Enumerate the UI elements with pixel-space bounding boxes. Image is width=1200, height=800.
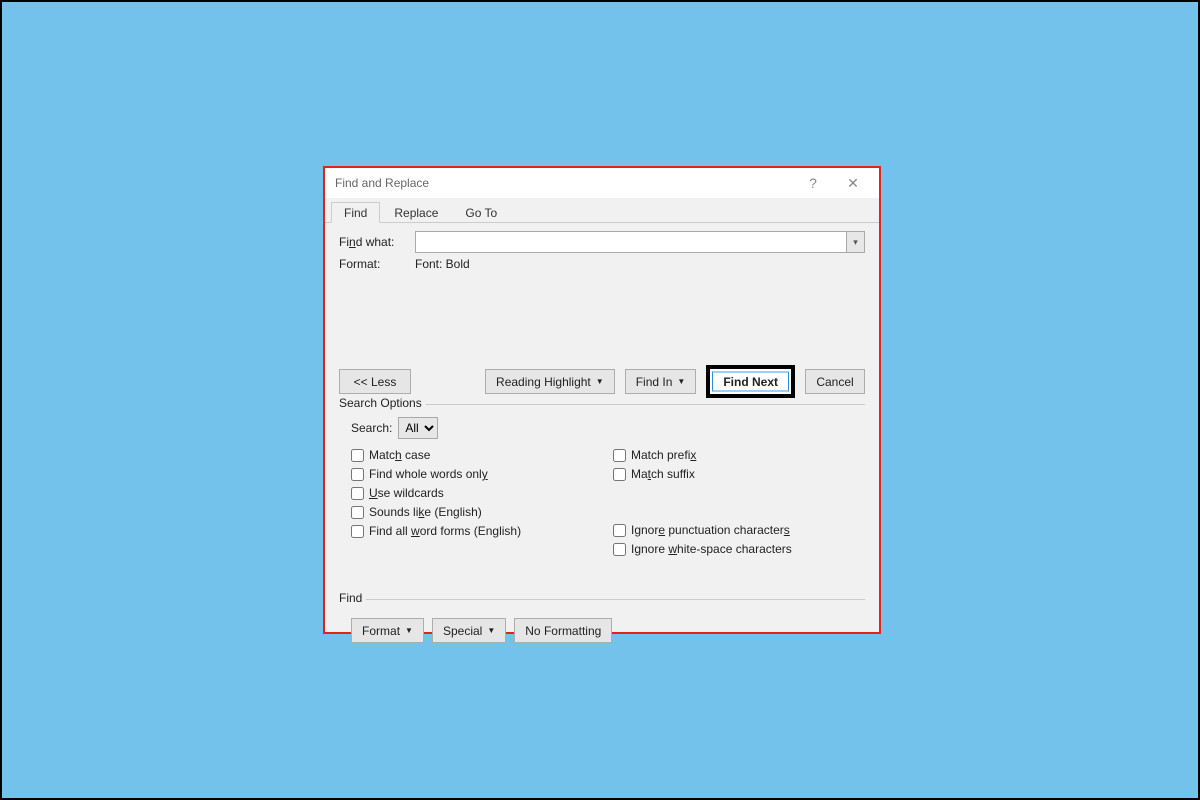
match-case-checkbox[interactable]: Match case [351,446,603,464]
checkbox-label: Find whole words only [369,467,488,481]
find-what-row: Find what: ▾ [339,231,865,253]
page-canvas: Find and Replace ? ✕ Find Replace Go To … [0,0,1200,800]
checkbox-input[interactable] [613,468,626,481]
find-next-highlight: Find Next [706,365,795,398]
checkbox-label: Find all word forms (English) [369,524,521,538]
checkbox-label: Match suffix [631,467,695,481]
checkbox-label: Sounds like (English) [369,505,482,519]
search-direction-row: Search: All [351,417,865,439]
format-row: Format: Font: Bold [339,257,865,271]
button-label: Find Next [723,375,778,389]
action-buttons: << Less Reading Highlight ▼ Find In ▼ Fi… [339,365,865,398]
search-direction-select[interactable]: All [398,417,438,439]
whole-words-checkbox[interactable]: Find whole words only [351,465,603,483]
ignore-punct-checkbox[interactable]: Ignore punctuation characters [613,521,865,539]
tab-replace[interactable]: Replace [381,202,451,223]
button-label: Find In [636,375,673,389]
find-fieldset: Find Format ▼ Special ▼ No Formatting [339,599,865,643]
checkbox-input[interactable] [613,543,626,556]
checkbox-col-left: Match case Find whole words only Use wil… [351,445,603,559]
titlebar: Find and Replace ? ✕ [325,168,879,198]
tab-find[interactable]: Find [331,202,380,223]
tab-goto[interactable]: Go To [452,202,510,223]
checkbox-label: Ignore white-space characters [631,542,792,556]
help-icon: ? [809,175,817,191]
format-value: Font: Bold [415,257,470,271]
find-next-button[interactable]: Find Next [712,371,789,392]
button-label: Reading Highlight [496,375,591,389]
checkbox-grid: Match case Find whole words only Use wil… [351,445,865,559]
search-options-legend: Search Options [339,396,426,410]
dialog-title: Find and Replace [335,176,793,190]
match-suffix-checkbox[interactable]: Match suffix [613,465,865,483]
find-what-label: Find what: [339,235,415,249]
reading-highlight-button[interactable]: Reading Highlight ▼ [485,369,615,394]
spacer [613,484,865,520]
checkbox-input[interactable] [613,524,626,537]
wildcards-checkbox[interactable]: Use wildcards [351,484,603,502]
find-in-button[interactable]: Find In ▼ [625,369,697,394]
checkbox-input[interactable] [351,487,364,500]
tab-label: Find [344,206,367,220]
chevron-down-icon: ▼ [405,626,413,635]
button-label: No Formatting [525,624,601,638]
match-prefix-checkbox[interactable]: Match prefix [613,446,865,464]
checkbox-input[interactable] [613,449,626,462]
special-button[interactable]: Special ▼ [432,618,506,643]
close-icon: ✕ [847,175,859,192]
checkbox-label: Ignore punctuation characters [631,523,790,537]
button-label: Cancel [816,375,853,389]
no-formatting-button[interactable]: No Formatting [514,618,612,643]
find-replace-dialog: Find and Replace ? ✕ Find Replace Go To … [323,166,881,634]
tab-label: Replace [394,206,438,220]
dialog-body: Find what: ▾ Format: Font: Bold << Less … [325,223,879,653]
format-label: Format: [339,257,415,271]
button-label: Format [362,624,400,638]
find-what-input[interactable]: ▾ [415,231,865,253]
checkbox-input[interactable] [351,506,364,519]
tab-strip: Find Replace Go To [325,198,879,223]
chevron-down-icon: ▼ [596,377,604,386]
search-options-fieldset: Search Options Search: All Match case Fi… [339,404,865,559]
format-button[interactable]: Format ▼ [351,618,424,643]
less-button[interactable]: << Less [339,369,411,394]
close-button[interactable]: ✕ [833,169,873,197]
help-button[interactable]: ? [793,169,833,197]
checkbox-label: Use wildcards [369,486,444,500]
sounds-like-checkbox[interactable]: Sounds like (English) [351,503,603,521]
cancel-button[interactable]: Cancel [805,369,865,394]
tab-label: Go To [465,206,497,220]
find-legend: Find [339,591,366,605]
button-label: << Less [354,375,397,389]
button-label: Special [443,624,482,638]
chevron-down-icon: ▼ [677,377,685,386]
search-label: Search: [351,421,392,435]
checkbox-col-right: Match prefix Match suffix Ignore punctua… [603,445,865,559]
word-forms-checkbox[interactable]: Find all word forms (English) [351,522,603,540]
find-buttons-row: Format ▼ Special ▼ No Formatting [351,618,865,643]
chevron-down-icon: ▼ [487,626,495,635]
checkbox-label: Match prefix [631,448,696,462]
checkbox-input[interactable] [351,468,364,481]
ignore-white-checkbox[interactable]: Ignore white-space characters [613,540,865,558]
checkbox-input[interactable] [351,525,364,538]
checkbox-input[interactable] [351,449,364,462]
checkbox-label: Match case [369,448,430,462]
find-what-dropdown[interactable]: ▾ [846,232,864,252]
chevron-down-icon: ▾ [853,237,858,248]
